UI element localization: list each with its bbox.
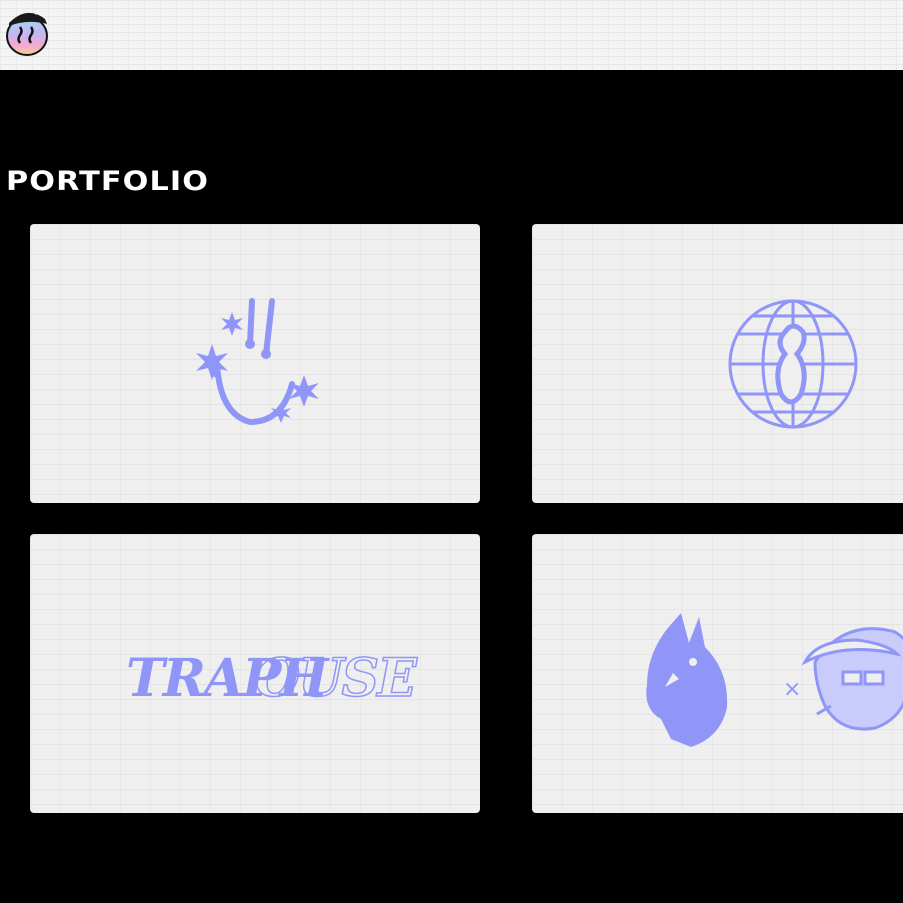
- page-title: PORTFOLIO: [6, 166, 210, 197]
- wolf-x-character-illustration-icon: ×: [646, 613, 903, 747]
- wordmark-outline: OUSE: [255, 648, 418, 709]
- separator-x: ×: [783, 677, 801, 702]
- smiley-stars-logo-icon: [196, 298, 319, 426]
- portfolio-card[interactable]: ×: [532, 534, 903, 813]
- traphouse-wordmark-icon: TRAPH OUSE: [126, 647, 421, 710]
- globe-keyhole-logo-icon: [728, 299, 858, 429]
- portfolio-card[interactable]: TRAPH OUSE: [30, 534, 480, 813]
- portfolio-card[interactable]: [532, 224, 903, 503]
- top-bar: [0, 0, 903, 70]
- smiley-face-with-cap-icon[interactable]: [5, 5, 49, 57]
- portfolio-card[interactable]: [30, 224, 480, 503]
